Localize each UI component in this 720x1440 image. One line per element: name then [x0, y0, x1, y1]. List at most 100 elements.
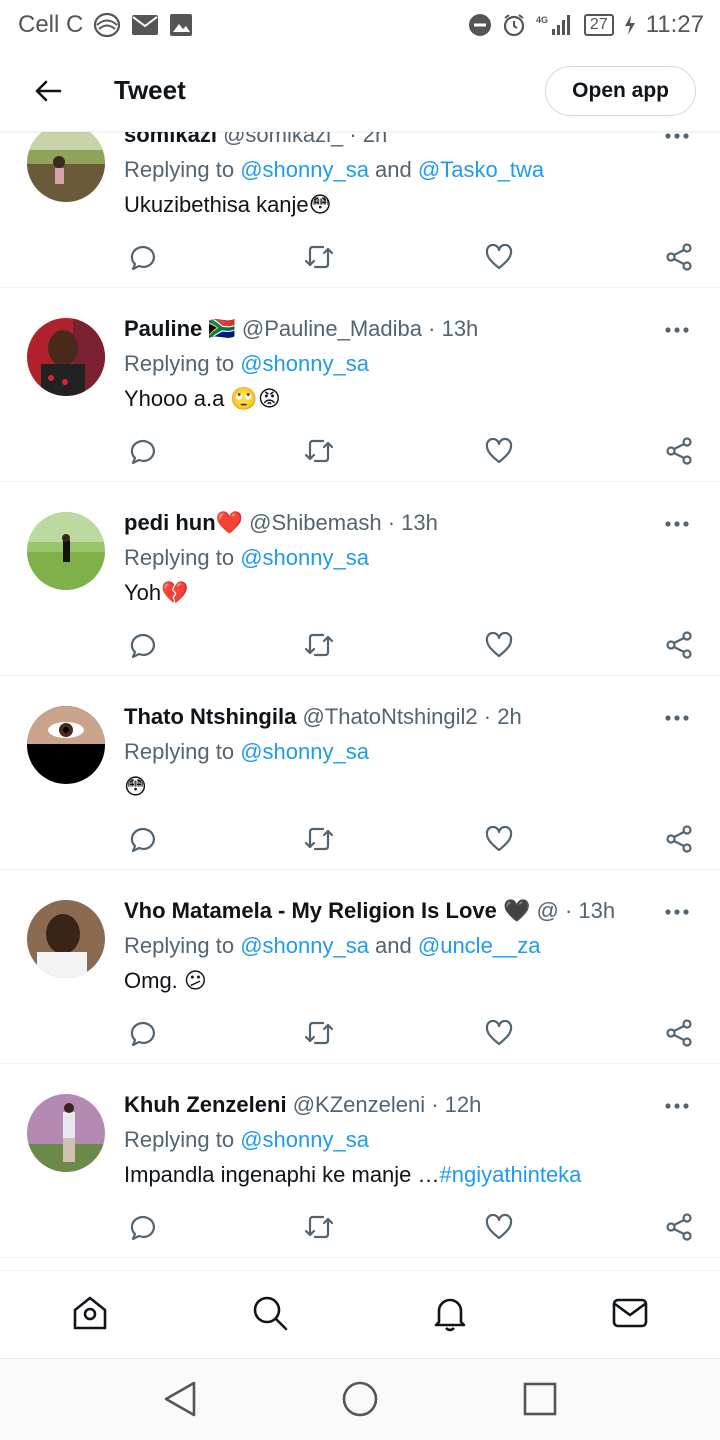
share-icon — [666, 631, 692, 659]
retweet-button[interactable] — [302, 1016, 336, 1050]
display-name[interactable]: Khuh Zenzeleni — [124, 1092, 287, 1117]
nav-messages-button[interactable] — [610, 1293, 650, 1333]
retweet-button[interactable] — [302, 434, 336, 468]
system-home-button[interactable] — [340, 1379, 380, 1419]
reply-tweet[interactable]: Pauline 🇿🇦 @Pauline_Madiba · 13h Replying… — [0, 288, 720, 482]
like-button[interactable] — [482, 1016, 516, 1050]
user-handle[interactable]: @ThatoNtshingil2 — [302, 704, 477, 729]
user-handle[interactable]: @Pauline_Madiba — [242, 316, 422, 341]
display-name[interactable]: Vho Matamela - My Religion Is Love 🖤 — [124, 898, 530, 923]
avatar[interactable] — [27, 1094, 105, 1172]
mention-link[interactable]: @shonny_sa — [240, 545, 369, 570]
reply-icon — [130, 634, 155, 659]
replying-to: Replying to @shonny_sa — [124, 540, 650, 576]
replying-to-label: Replying to — [124, 545, 241, 570]
reply-button[interactable] — [126, 240, 160, 274]
avatar[interactable] — [27, 512, 105, 590]
user-handle[interactable]: @KZenzeleni — [293, 1092, 425, 1117]
top-app-bar: Tweet Open app — [0, 50, 720, 132]
display-name[interactable]: Thato Ntshingila — [124, 704, 296, 729]
reply-tweet[interactable]: Khuh Zenzeleni @KZenzeleni · 12h Replying… — [0, 1064, 720, 1258]
nav-notifications-button[interactable] — [430, 1293, 470, 1333]
display-name[interactable]: somikazi — [124, 132, 217, 147]
reply-tweet[interactable]: Vho Matamela - My Religion Is Love 🖤 @ ·… — [0, 870, 720, 1064]
more-horizontal-icon — [665, 133, 689, 139]
tweet-body: Yhooo a.a 🙄😡 — [124, 386, 281, 411]
avatar[interactable] — [27, 706, 105, 784]
system-back-button[interactable] — [160, 1379, 200, 1419]
replying-to-label: Replying to — [124, 351, 241, 376]
mention-link[interactable]: @shonny_sa — [240, 1127, 369, 1152]
avatar[interactable] — [27, 318, 105, 396]
mention-link[interactable]: @Tasko_twa — [418, 157, 544, 182]
mention-link[interactable]: @uncle__za — [418, 933, 541, 958]
page-title: Tweet — [114, 75, 186, 105]
nav-search-button[interactable] — [250, 1293, 290, 1333]
tweet-time: · 13h — [387, 510, 438, 535]
share-button[interactable] — [662, 434, 696, 468]
more-options-button[interactable] — [662, 1096, 692, 1116]
mention-link[interactable]: @shonny_sa — [240, 157, 369, 182]
reply-button[interactable] — [126, 434, 160, 468]
tweet-header: Vho Matamela - My Religion Is Love 🖤 @ ·… — [124, 896, 650, 926]
replying-to: Replying to @shonny_sa and @Tasko_twa — [124, 152, 650, 188]
like-button[interactable] — [482, 628, 516, 662]
reply-button[interactable] — [126, 628, 160, 662]
display-name[interactable]: Pauline 🇿🇦 — [124, 316, 236, 341]
share-button[interactable] — [662, 628, 696, 662]
retweet-icon — [304, 1215, 334, 1239]
reply-button[interactable] — [126, 822, 160, 856]
open-app-button[interactable]: Open app — [545, 65, 696, 116]
nav-home-button[interactable] — [70, 1293, 110, 1333]
reply-feed[interactable]: somikazi @somikazi_ · 2h Replying to @sho… — [0, 132, 720, 1270]
more-options-button[interactable] — [662, 902, 692, 922]
user-handle[interactable]: @ — [536, 898, 558, 923]
reply-tweet[interactable]: Thato Ntshingila @ThatoNtshingil2 · 2h Re… — [0, 676, 720, 870]
retweet-icon — [304, 633, 334, 657]
like-button[interactable] — [482, 822, 516, 856]
reply-tweet[interactable]: pedi hun❤️ @Shibemash · 13h Replying to @… — [0, 482, 720, 676]
like-button[interactable] — [482, 240, 516, 274]
reply-button[interactable] — [126, 1210, 160, 1244]
tweet-body: Yoh💔 — [124, 580, 189, 605]
more-options-button[interactable] — [662, 132, 692, 146]
mention-link[interactable]: @shonny_sa — [240, 933, 369, 958]
bell-icon — [434, 1298, 466, 1332]
share-icon — [666, 1019, 692, 1047]
vodacom-logo-icon — [93, 12, 121, 38]
share-button[interactable] — [662, 1016, 696, 1050]
retweet-button[interactable] — [302, 240, 336, 274]
tweet-time: · 12h — [431, 1092, 482, 1117]
mention-link[interactable]: @shonny_sa — [240, 351, 369, 376]
display-name[interactable]: pedi hun❤️ — [124, 510, 243, 535]
tweet-time: · 13h — [428, 316, 479, 341]
system-recents-button[interactable] — [520, 1379, 560, 1419]
more-options-button[interactable] — [662, 514, 692, 534]
share-button[interactable] — [662, 822, 696, 856]
tweet-actions — [124, 1210, 696, 1244]
like-button[interactable] — [482, 1210, 516, 1244]
user-handle[interactable]: @somikazi_ — [223, 132, 343, 147]
avatar[interactable] — [27, 900, 105, 978]
retweet-button[interactable] — [302, 628, 336, 662]
retweet-button[interactable] — [302, 1210, 336, 1244]
reply-button[interactable] — [126, 1016, 160, 1050]
more-options-button[interactable] — [662, 708, 692, 728]
heart-icon — [485, 438, 513, 464]
share-button[interactable] — [662, 1210, 696, 1244]
mention-link[interactable]: @shonny_sa — [240, 739, 369, 764]
tweet-body: Impandla ingenaphi ke manje … — [124, 1162, 440, 1187]
hashtag-link[interactable]: #ngiyathinteka — [440, 1162, 582, 1187]
like-button[interactable] — [482, 434, 516, 468]
share-button[interactable] — [662, 240, 696, 274]
back-button[interactable] — [18, 61, 78, 121]
reply-tweet[interactable]: somikazi @somikazi_ · 2h Replying to @sho… — [0, 132, 720, 288]
user-handle[interactable]: @Shibemash — [249, 510, 381, 535]
bottom-navigation — [0, 1270, 720, 1358]
more-horizontal-icon — [665, 327, 689, 333]
more-options-button[interactable] — [662, 320, 692, 340]
square-recents-icon — [523, 1382, 557, 1416]
heart-icon — [485, 632, 513, 658]
avatar[interactable] — [27, 132, 105, 202]
retweet-button[interactable] — [302, 822, 336, 856]
